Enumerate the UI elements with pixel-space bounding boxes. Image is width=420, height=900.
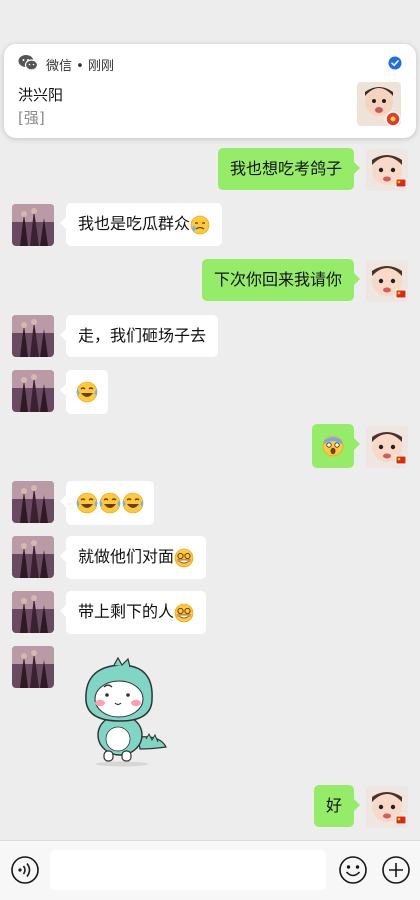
- laugh-tears-emoji-icon: [76, 381, 98, 403]
- message-bubble-own[interactable]: 好: [313, 785, 361, 827]
- message-text: 好: [325, 796, 342, 815]
- contact-avatar[interactable]: [12, 370, 54, 412]
- notification-app-name: 微信: [46, 59, 73, 74]
- own-avatar[interactable]: [366, 786, 408, 828]
- message-bubble-own[interactable]: 下次你回来我请你: [201, 259, 361, 301]
- notification-sender: 洪兴阳: [18, 86, 64, 104]
- input-bar: [0, 840, 420, 900]
- message-bubble-contact[interactable]: [60, 370, 108, 414]
- emoji-icon[interactable]: [338, 855, 368, 885]
- contact-avatar[interactable]: [12, 481, 54, 523]
- laugh-tears-emoji-icon: [99, 492, 121, 514]
- tear-face-emoji-icon: [190, 215, 210, 234]
- notification-separator: •: [76, 59, 84, 74]
- own-avatar[interactable]: [366, 260, 408, 302]
- scream-face-emoji-icon: [322, 435, 344, 457]
- contact-avatar[interactable]: [12, 536, 54, 578]
- message-bubble-own[interactable]: 我也想吃考鸽子: [217, 148, 361, 190]
- grin-glasses-emoji-icon: [174, 603, 194, 622]
- verified-badge-icon: [388, 56, 402, 70]
- message-text: 带上剩下的人: [78, 602, 175, 621]
- message-bubble-contact[interactable]: 走，我们砸场子去: [59, 315, 219, 357]
- notification-preview: [强]: [18, 109, 45, 127]
- notification-app-line: 微信 • 刚刚: [46, 55, 114, 74]
- notification-thumbnail: [357, 82, 401, 126]
- contact-avatar[interactable]: [12, 315, 54, 357]
- message-bubble-contact[interactable]: 带上剩下的人: [59, 591, 207, 634]
- contact-avatar[interactable]: [12, 591, 54, 633]
- message-text: 我也是吃瓜群众: [78, 214, 191, 233]
- contact-avatar[interactable]: [12, 204, 54, 246]
- own-avatar[interactable]: [366, 149, 408, 191]
- voice-icon[interactable]: [10, 855, 40, 885]
- message-text: 我也想吃考鸽子: [229, 159, 342, 178]
- contact-avatar[interactable]: [12, 646, 54, 688]
- message-bubble-contact[interactable]: 我也是吃瓜群众: [59, 203, 223, 246]
- own-avatar[interactable]: [366, 426, 408, 468]
- message-bubble-contact[interactable]: [60, 481, 154, 525]
- chat-screen: 微信 • 刚刚 洪兴阳 [强] 我也想吃考鸽子 我也是吃瓜群众 下次你回来我请你…: [0, 0, 420, 900]
- message-text: 走，我们砸场子去: [78, 326, 207, 345]
- laugh-tears-emoji-icon: [76, 492, 98, 514]
- laugh-tears-emoji-icon: [122, 492, 144, 514]
- grin-glasses-emoji-icon: [174, 548, 194, 567]
- message-input[interactable]: [50, 850, 326, 890]
- message-bubble-contact[interactable]: 就做他们对面: [59, 536, 207, 579]
- wechat-icon: [18, 55, 38, 71]
- dinosaur-sticker[interactable]: [80, 655, 172, 767]
- notification-time: 刚刚: [87, 59, 114, 74]
- message-text: 下次你回来我请你: [213, 270, 342, 289]
- message-bubble-own[interactable]: [312, 424, 360, 468]
- message-text: 就做他们对面: [78, 547, 175, 566]
- plus-icon[interactable]: [381, 855, 411, 885]
